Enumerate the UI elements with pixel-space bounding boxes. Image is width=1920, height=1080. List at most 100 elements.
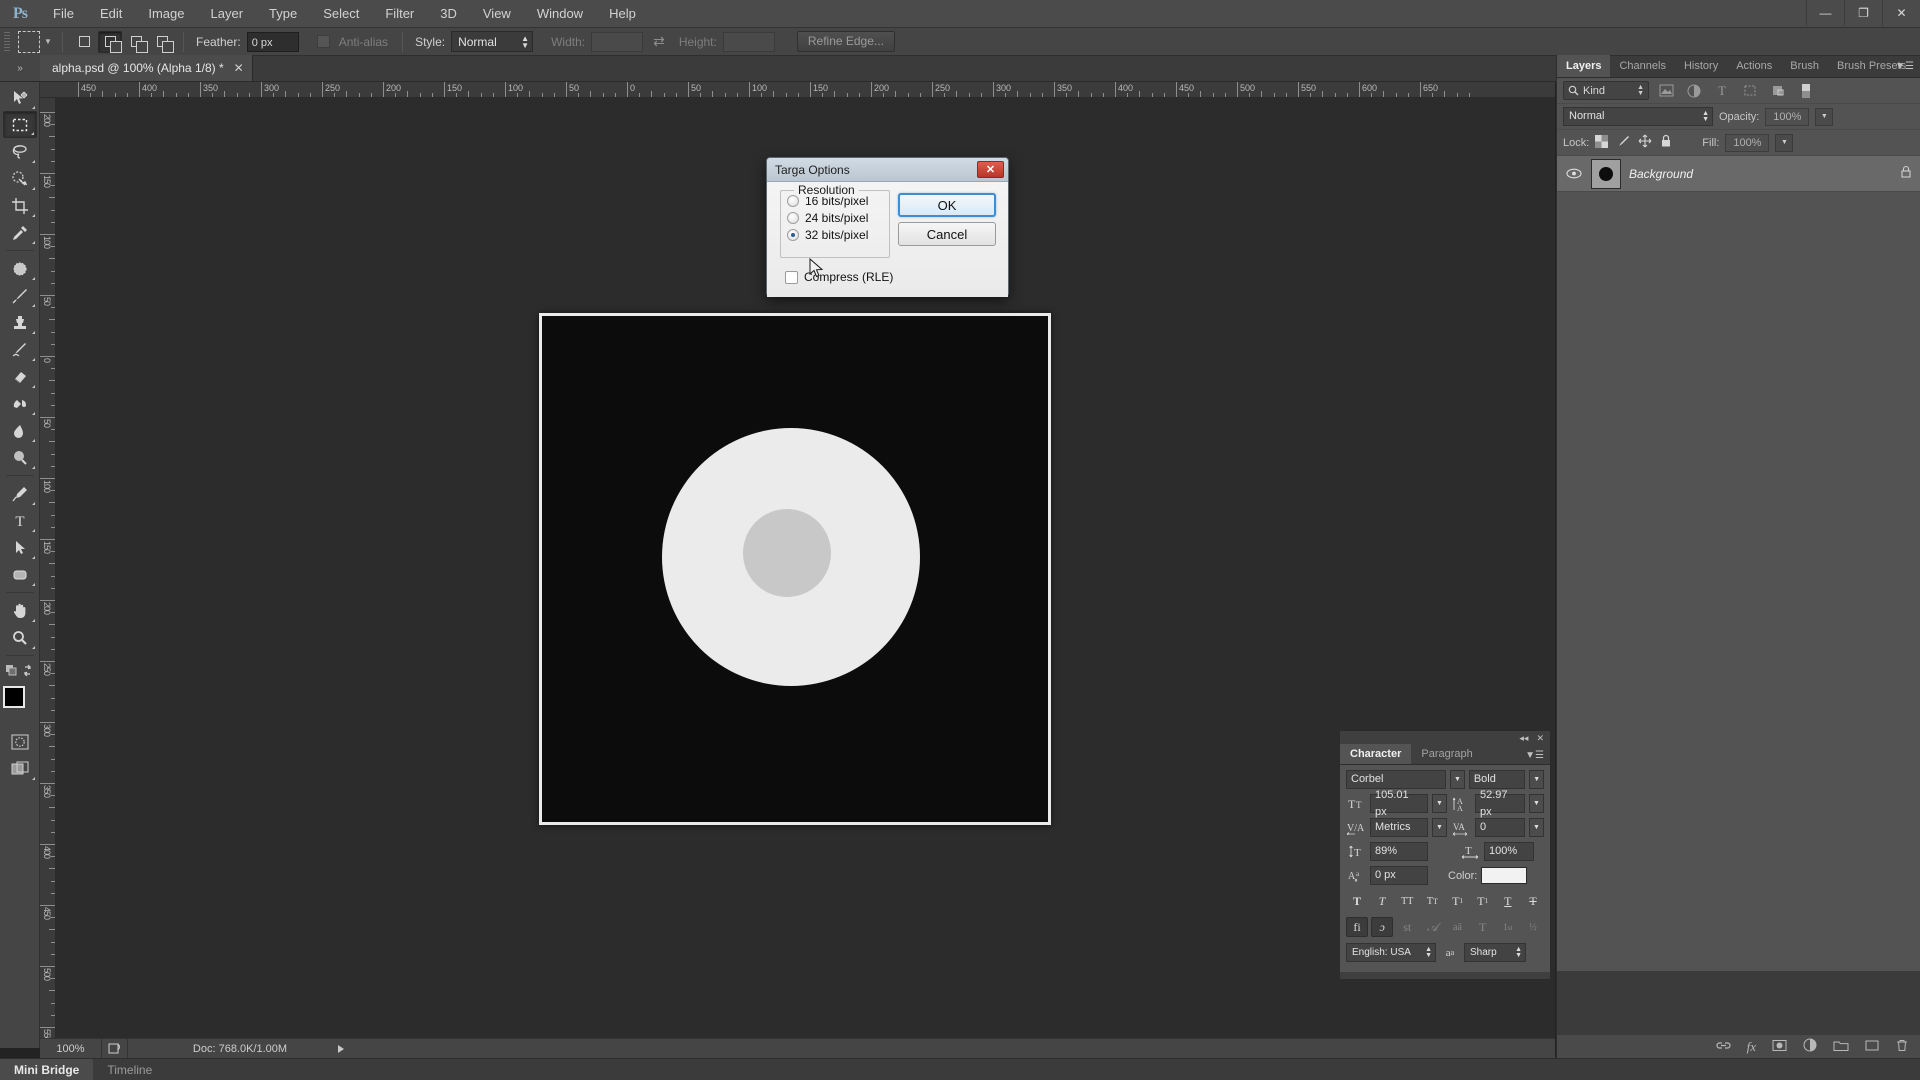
filter-smart-object-icon[interactable]: [1767, 81, 1789, 101]
zoom-level[interactable]: 100%: [40, 1038, 102, 1059]
opacity-chevron-down-icon[interactable]: ▼: [1815, 107, 1834, 126]
filter-type-icon[interactable]: T: [1711, 81, 1733, 101]
vertical-ruler[interactable]: 200 150 100 50 0 50 100 150 200 250 300 350 400 450 50…: [40, 98, 56, 1038]
feather-input[interactable]: 0 px: [246, 31, 299, 52]
all-caps-button[interactable]: TT: [1396, 891, 1418, 911]
new-group-icon[interactable]: [1833, 1039, 1849, 1055]
text-color-swatch[interactable]: [1481, 867, 1528, 884]
menu-filter[interactable]: Filter: [372, 0, 427, 28]
menu-type[interactable]: Type: [256, 0, 310, 28]
menu-layer[interactable]: Layer: [198, 0, 257, 28]
standard-ligatures-button[interactable]: fi: [1346, 917, 1368, 937]
lock-position-icon[interactable]: [1638, 134, 1652, 151]
ordinals-button[interactable]: 1st: [1497, 917, 1519, 937]
tab-paragraph[interactable]: Paragraph: [1411, 744, 1482, 764]
opacity-value[interactable]: 100%: [1765, 107, 1810, 126]
leading-field[interactable]: 52.97 px: [1475, 789, 1525, 818]
layers-list[interactable]: Background: [1557, 156, 1920, 971]
contextual-alternates-button[interactable]: ɔ: [1371, 917, 1394, 937]
default-colors-and-swap[interactable]: [3, 660, 37, 682]
close-icon[interactable]: ✕: [234, 61, 244, 75]
cancel-button[interactable]: Cancel: [898, 222, 996, 246]
discretionary-ligatures-button[interactable]: st: [1396, 917, 1418, 937]
menu-window[interactable]: Window: [524, 0, 596, 28]
layer-thumbnail[interactable]: [1591, 158, 1621, 189]
style-select[interactable]: Normal ▲ ▼: [451, 31, 534, 52]
font-size-chevron-down-icon[interactable]: ▼: [1432, 794, 1447, 813]
subscript-button[interactable]: T1: [1472, 891, 1494, 911]
width-input[interactable]: [591, 31, 644, 52]
filter-shape-icon[interactable]: [1739, 81, 1761, 101]
add-to-selection-button[interactable]: [98, 30, 122, 53]
filter-toggle-switch[interactable]: [1795, 81, 1817, 101]
tab-character[interactable]: Character: [1340, 744, 1412, 764]
close-icon[interactable]: ✕: [1882, 0, 1920, 26]
fractions-button[interactable]: ½: [1522, 917, 1544, 937]
intersect-selection-button[interactable]: [150, 31, 174, 53]
tab-timeline[interactable]: Timeline: [93, 1059, 166, 1080]
delete-layer-icon[interactable]: [1895, 1038, 1909, 1055]
tab-channels[interactable]: Channels: [1610, 55, 1674, 77]
fill-value[interactable]: 100%: [1725, 133, 1770, 152]
restore-icon[interactable]: ❐: [1844, 0, 1882, 26]
options-bar-grip[interactable]: [4, 31, 10, 52]
panel-menu-icon[interactable]: ▼☰: [1895, 61, 1914, 72]
menu-image[interactable]: Image: [135, 0, 197, 28]
tab-mini-bridge[interactable]: Mini Bridge: [0, 1058, 94, 1080]
rectangular-marquee-icon[interactable]: [18, 30, 40, 53]
filter-pixel-icon[interactable]: [1655, 81, 1677, 101]
close-icon[interactable]: ✕: [977, 161, 1004, 178]
strikethrough-button[interactable]: T: [1522, 891, 1544, 911]
blur-tool[interactable]: [3, 417, 37, 444]
menu-help[interactable]: Help: [596, 0, 649, 28]
tab-actions[interactable]: Actions: [1727, 55, 1781, 77]
type-tool[interactable]: T: [3, 507, 37, 534]
left-dock-expand-icon[interactable]: »: [0, 55, 40, 81]
targa-options-dialog[interactable]: Targa Options ✕ Resolution 16 bits/pixel…: [766, 157, 1009, 297]
foreground-color-swatch[interactable]: [2, 686, 25, 708]
menu-view[interactable]: View: [470, 0, 524, 28]
blend-mode-select[interactable]: Normal ▲ ▼: [1563, 107, 1713, 126]
leading-chevron-down-icon[interactable]: ▼: [1529, 794, 1544, 813]
brush-tool[interactable]: [3, 282, 37, 309]
font-family-chevron-down-icon[interactable]: ▼: [1450, 770, 1465, 789]
lock-transparent-pixels-icon[interactable]: [1595, 134, 1609, 151]
superscript-button[interactable]: T1: [1447, 891, 1469, 911]
pen-tool[interactable]: [3, 480, 37, 507]
antialias-checkbox[interactable]: [316, 35, 330, 48]
language-select[interactable]: English: USA ▲ ▼: [1346, 943, 1436, 962]
dodge-tool[interactable]: [3, 444, 37, 471]
history-brush-tool[interactable]: [3, 336, 37, 363]
add-adjustment-layer-icon[interactable]: [1803, 1038, 1817, 1055]
path-selection-tool[interactable]: [3, 534, 37, 561]
link-layers-icon[interactable]: [1716, 1039, 1731, 1055]
tab-layers[interactable]: Layers: [1557, 55, 1611, 77]
menu-select[interactable]: Select: [310, 0, 372, 28]
menu-file[interactable]: File: [40, 0, 87, 28]
menu-3d[interactable]: 3D: [427, 0, 470, 28]
subtract-from-selection-button[interactable]: [124, 31, 148, 53]
lasso-tool[interactable]: [3, 138, 37, 165]
tab-brush[interactable]: Brush: [1781, 55, 1828, 77]
minimize-icon[interactable]: —: [1806, 0, 1844, 26]
filter-kind-select[interactable]: Kind ▲ ▼: [1563, 81, 1649, 100]
quick-mask-mode-button[interactable]: [3, 728, 37, 755]
eraser-tool[interactable]: [3, 363, 37, 390]
font-style-chevron-down-icon[interactable]: ▼: [1529, 770, 1544, 789]
vertical-scale-field[interactable]: 89%: [1370, 842, 1428, 861]
close-icon[interactable]: ✕: [1536, 733, 1544, 744]
gradient-tool[interactable]: [3, 390, 37, 417]
table-row[interactable]: Background: [1557, 156, 1920, 192]
tracking-chevron-down-icon[interactable]: ▼: [1529, 818, 1544, 837]
layer-style-fx-icon[interactable]: fx: [1747, 1039, 1756, 1055]
swap-dimensions-icon[interactable]: ⇄: [653, 33, 665, 50]
new-selection-button[interactable]: [72, 31, 96, 53]
ok-button[interactable]: OK: [898, 193, 996, 217]
crop-tool[interactable]: [3, 192, 37, 219]
compress-rle-checkbox[interactable]: [785, 270, 798, 284]
titling-alternates-button[interactable]: T: [1472, 917, 1494, 937]
lock-all-icon[interactable]: [1660, 134, 1672, 151]
tracking-field[interactable]: 0: [1475, 818, 1525, 837]
radio-32-bits[interactable]: [787, 229, 799, 241]
faux-italic-button[interactable]: T: [1371, 891, 1393, 911]
